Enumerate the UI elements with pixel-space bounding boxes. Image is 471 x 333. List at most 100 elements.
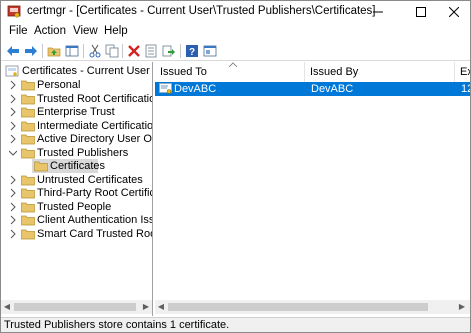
tree-item-label: Enterprise Trust [37,106,115,118]
cell-issued-to: DevABC [174,83,217,95]
folder-icon [34,161,48,172]
column-issued-by[interactable]: Issued By [305,62,455,82]
chevron-right-icon[interactable] [9,188,17,198]
tree-item[interactable]: Enterprise Trust [1,105,152,119]
minimize-icon [373,11,383,13]
chevron-right-icon[interactable] [9,202,17,212]
tree-item-label: Client Authentication Issuers [37,214,153,226]
folder-icon [21,215,35,226]
show-hide-tree-icon[interactable] [64,43,80,59]
column-issued-to-label: Issued To [160,66,207,78]
tree-item[interactable]: Client Authentication Issuers [1,213,153,227]
list-horizontal-scrollbar[interactable]: ◀ ▶ [155,300,470,314]
certmgr-app-icon [7,5,21,18]
tree-item-certificates[interactable]: Certificates [32,159,105,173]
folder-icon [21,107,35,118]
column-issued-to[interactable]: Issued To [155,62,305,82]
tree-item[interactable]: Intermediate Certification Au [1,119,153,133]
tree-item-label: Trusted Root Certification Au [37,92,152,105]
help-icon[interactable]: ? [184,43,200,59]
list-scroll-thumb[interactable] [168,303,428,311]
list-pane[interactable]: Issued To Issued By Ex DevABC DevABC 12 … [155,62,470,316]
folder-icon [21,188,35,199]
tree-item[interactable]: Trusted People [1,200,152,214]
tree-item-label: Trusted People [37,200,112,213]
delete-icon[interactable] [126,43,142,59]
chevron-right-icon[interactable] [9,94,17,104]
cell-expiration: 12 [461,83,470,95]
maximize-button[interactable] [404,1,438,23]
minimize-button[interactable] [361,1,395,23]
certificates-store-icon [5,65,19,77]
list-scroll-left-icon[interactable]: ◀ [156,302,166,312]
window-title: certmgr - [Certificates - Current User\T… [27,5,376,17]
column-expiration[interactable]: Ex [455,62,470,82]
menu-action[interactable]: Action [34,25,66,37]
tree-item[interactable]: Active Directory User Object [1,132,152,146]
close-icon [449,7,459,17]
folder-icon [21,202,35,212]
tree-item-label: Untrusted Certificates [37,173,143,186]
title-bar[interactable]: certmgr - [Certificates - Current User\T… [1,1,470,23]
toolbar: ? [1,41,470,61]
scroll-right-icon[interactable]: ▶ [141,302,151,312]
console-icon[interactable] [202,43,218,59]
folder-icon [21,148,35,158]
maximize-icon [416,7,426,17]
tree-item-label: Certificates [50,160,106,172]
menu-bar: File Action View Help [1,23,470,41]
chevron-right-icon[interactable] [9,80,17,90]
tree-item-label: Active Directory User Object [37,133,152,145]
tree-item[interactable]: Trusted Publishers [1,146,152,160]
menu-help[interactable]: Help [104,25,128,37]
cell-issued-by: DevABC [311,83,354,95]
tree-item-label: Personal [37,79,81,91]
tree-item-label: Intermediate Certification Au [37,119,153,132]
folder-icon [21,80,35,91]
folder-icon [21,121,35,131]
tree-scroll-thumb[interactable] [14,303,136,311]
tree-item[interactable]: Smart Card Trusted Roots [1,227,153,241]
chevron-right-icon[interactable] [9,121,17,131]
column-issued-by-label: Issued By [310,66,359,78]
chevron-right-icon[interactable] [9,215,17,225]
sort-ascending-icon [229,62,237,67]
up-folder-icon[interactable] [46,43,62,59]
close-button[interactable] [437,1,470,23]
tree-root-label: Certificates - Current User [22,65,150,77]
tree-item[interactable]: Personal [1,78,152,92]
properties-icon[interactable] [143,43,159,59]
list-scroll-right-icon[interactable]: ▶ [457,302,467,312]
tree-pane[interactable]: Certificates - Current User Personal Trus… [1,62,153,316]
back-arrow-icon[interactable] [5,43,21,59]
chevron-right-icon[interactable] [9,175,17,185]
chevron-right-icon[interactable] [9,134,17,144]
folder-icon [21,175,35,185]
chevron-right-icon[interactable] [9,229,17,239]
certmgr-window: certmgr - [Certificates - Current User\T… [0,0,471,333]
folder-icon [21,134,35,145]
tree-item-label: Trusted Publishers [37,146,129,159]
copy-icon[interactable] [104,43,120,59]
scroll-left-icon[interactable]: ◀ [2,302,12,312]
tree-item-label: Smart Card Trusted Roots [37,227,153,240]
status-bar: Trusted Publishers store contains 1 cert… [1,317,470,332]
menu-view[interactable]: View [73,25,98,37]
chevron-down-icon[interactable] [9,148,17,158]
tree-item-label: Third-Party Root Certification [37,187,152,199]
chevron-right-icon[interactable] [9,107,17,117]
tree-root[interactable]: Certificates - Current User [1,64,152,78]
menu-file[interactable]: File [9,25,28,37]
cut-icon[interactable] [87,43,103,59]
export-icon[interactable] [161,43,177,59]
forward-arrow-icon[interactable] [23,43,39,59]
tree-item[interactable]: Trusted Root Certification Au [1,92,152,106]
folder-icon [21,229,35,239]
tree-item[interactable]: Third-Party Root Certification [1,186,152,200]
svg-text:?: ? [189,47,195,58]
tree-item[interactable]: Untrusted Certificates [1,173,152,187]
table-row[interactable]: DevABC DevABC 12 [155,82,470,96]
status-text: Trusted Publishers store contains 1 cert… [4,319,230,331]
folder-icon [21,94,35,104]
tree-horizontal-scrollbar[interactable]: ◀ ▶ [1,300,152,314]
